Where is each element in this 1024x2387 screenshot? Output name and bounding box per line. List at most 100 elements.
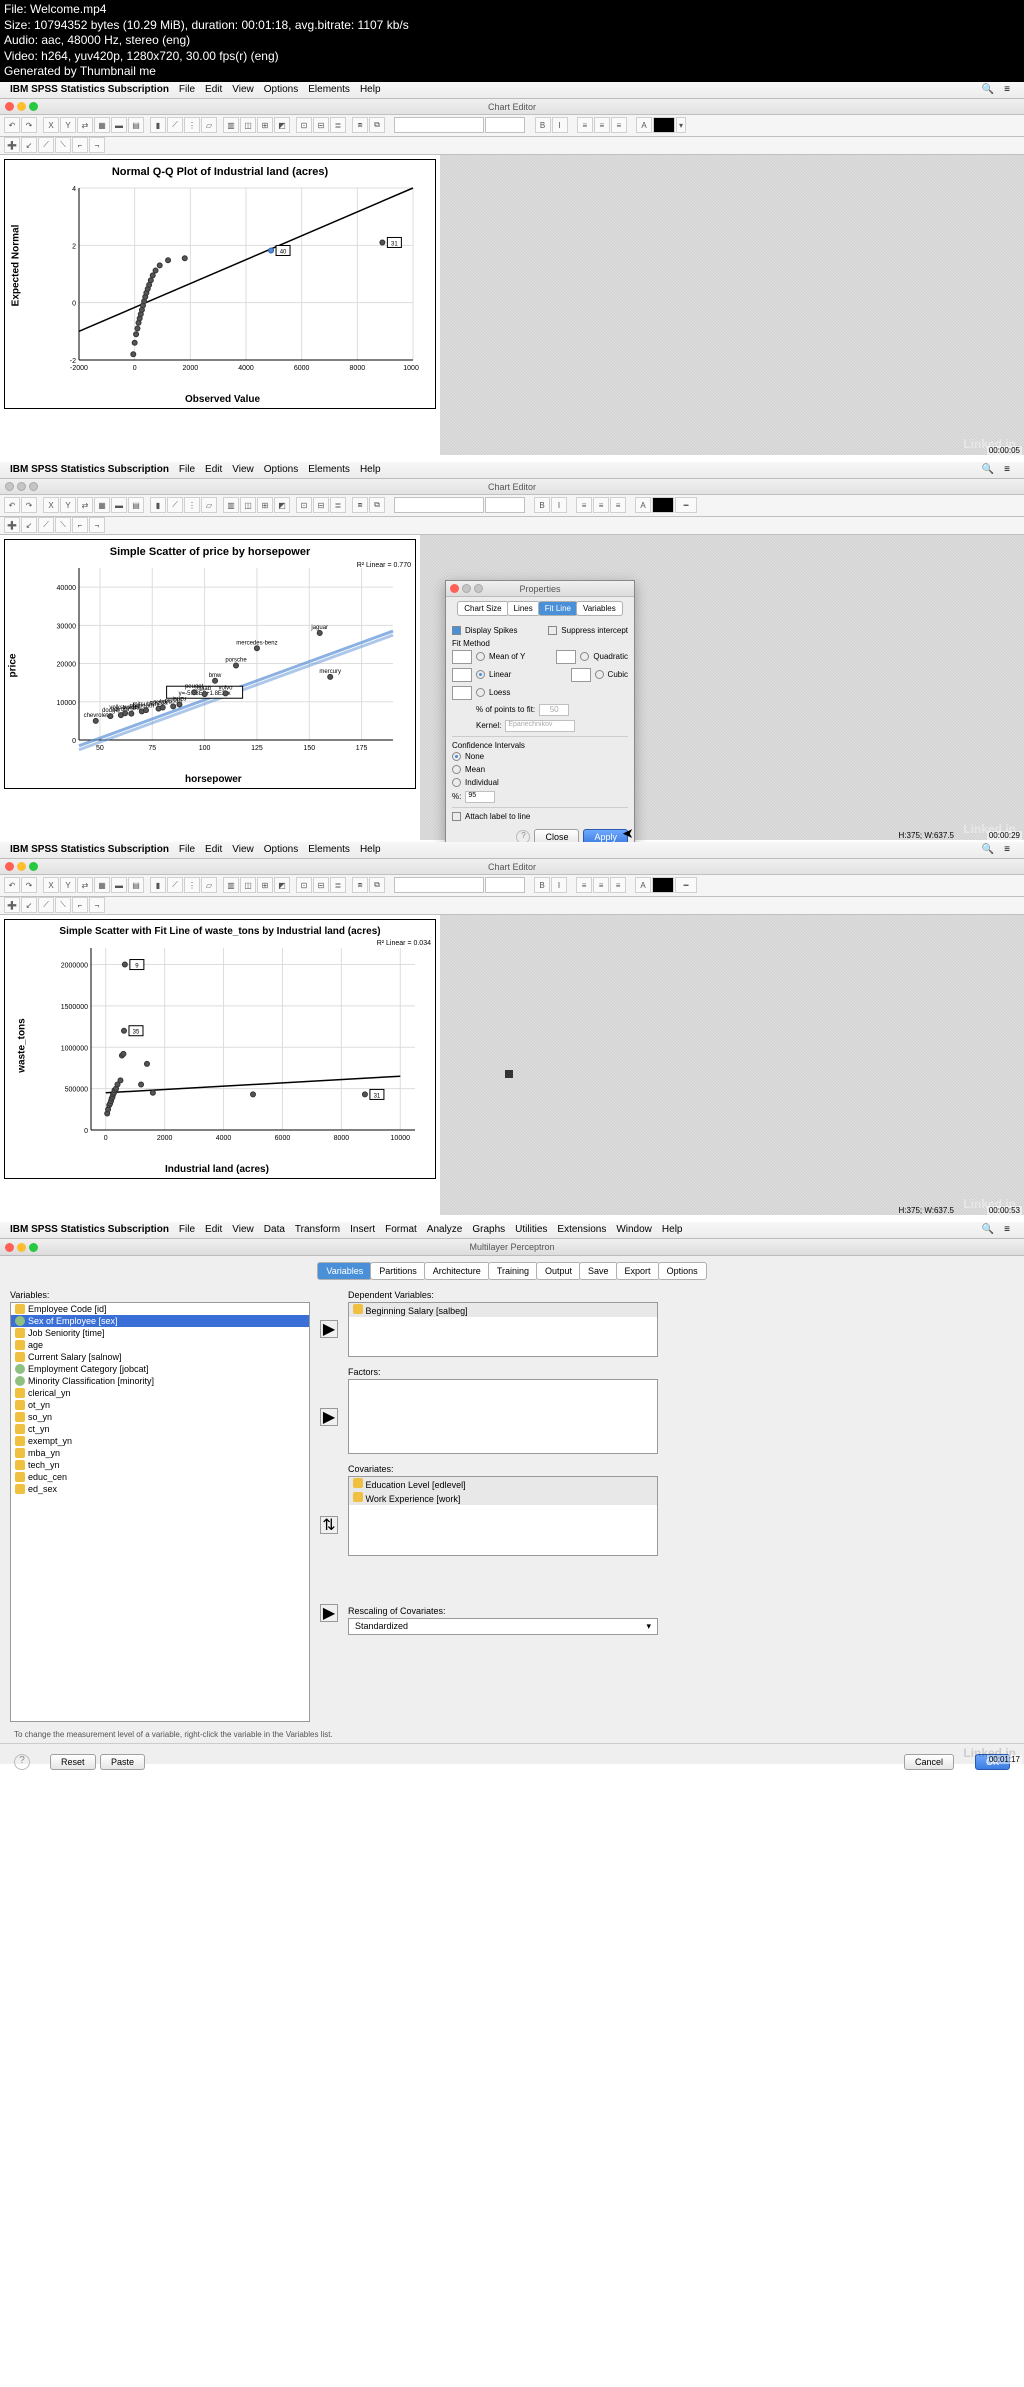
max-icon[interactable] bbox=[29, 862, 38, 871]
menu-edit[interactable]: Edit bbox=[205, 84, 222, 95]
min-icon[interactable] bbox=[17, 102, 26, 111]
variable-item[interactable]: tech_yn bbox=[11, 1459, 309, 1471]
menu-window[interactable]: Window bbox=[616, 1224, 652, 1235]
variable-item[interactable]: ed_sex bbox=[11, 1483, 309, 1495]
move-factor-button[interactable]: ▶ bbox=[320, 1408, 338, 1426]
tool-b[interactable]: ↙ bbox=[21, 137, 37, 153]
w4[interactable]: ⟍ bbox=[55, 897, 71, 913]
ident-button[interactable]: ⊡ bbox=[296, 117, 312, 133]
tab-export[interactable]: Export bbox=[616, 1262, 660, 1280]
w2[interactable]: ↙ bbox=[21, 897, 37, 913]
menu-utilities[interactable]: Utilities bbox=[515, 1224, 547, 1235]
fit-button[interactable]: ◫ bbox=[240, 117, 256, 133]
tb14[interactable]: ◩ bbox=[274, 497, 290, 513]
u9[interactable]: ▮ bbox=[150, 877, 166, 893]
ci-pct-input[interactable]: 95 bbox=[465, 791, 495, 803]
move-covar-button[interactable]: ▶ bbox=[320, 1604, 338, 1622]
variable-item[interactable]: Employment Category [jobcat] bbox=[11, 1363, 309, 1375]
menu-insert[interactable]: Insert bbox=[350, 1224, 375, 1235]
al2[interactable]: ≡ bbox=[593, 497, 609, 513]
tab-output[interactable]: Output bbox=[536, 1262, 581, 1280]
covar-list[interactable]: Education Level [edlevel] Work Experienc… bbox=[348, 1476, 658, 1556]
inter-button[interactable]: ⧉ bbox=[369, 117, 385, 133]
italic-button[interactable]: I bbox=[552, 117, 568, 133]
variable-item[interactable]: mba_yn bbox=[11, 1447, 309, 1459]
size-dropdown[interactable] bbox=[485, 877, 525, 893]
zoom-button[interactable]: ⊟ bbox=[313, 117, 329, 133]
menu-options[interactable]: Options bbox=[264, 844, 298, 855]
max-icon[interactable] bbox=[29, 1243, 38, 1252]
variable-item[interactable]: so_yn bbox=[11, 1411, 309, 1423]
display-spikes-check[interactable] bbox=[452, 626, 461, 635]
tb1[interactable]: X bbox=[43, 497, 59, 513]
search-icon[interactable]: 🔍 bbox=[982, 84, 994, 95]
w6[interactable]: ¬ bbox=[89, 897, 105, 913]
rescaling-dropdown[interactable]: Standardized▾ bbox=[348, 1618, 658, 1635]
label-button[interactable]: ◩ bbox=[274, 117, 290, 133]
variable-item[interactable]: clerical_yn bbox=[11, 1387, 309, 1399]
help-button[interactable]: ? bbox=[14, 1754, 30, 1770]
chart-waste[interactable]: Simple Scatter with Fit Line of waste_to… bbox=[4, 919, 436, 1179]
al3[interactable]: ≡ bbox=[610, 497, 626, 513]
u15[interactable]: ⊞ bbox=[257, 877, 273, 893]
min-icon[interactable] bbox=[17, 482, 26, 491]
tab-options[interactable]: Options bbox=[658, 1262, 707, 1280]
bin-button[interactable]: ⧈ bbox=[352, 117, 368, 133]
area-button[interactable]: ▱ bbox=[201, 117, 217, 133]
scatter-button[interactable]: ⋮ bbox=[184, 117, 200, 133]
tb8[interactable]: ⟋ bbox=[167, 497, 183, 513]
align-right-button[interactable]: ≡ bbox=[611, 117, 627, 133]
italic-button[interactable]: I bbox=[551, 877, 567, 893]
u17[interactable]: ⊡ bbox=[296, 877, 312, 893]
menu-elements[interactable]: Elements bbox=[308, 844, 350, 855]
ci-mean-radio[interactable] bbox=[452, 765, 461, 774]
move-updown-button[interactable]: ⇅ bbox=[320, 1516, 338, 1534]
t2f[interactable]: ¬ bbox=[89, 517, 105, 533]
bold-button[interactable]: B bbox=[535, 117, 551, 133]
chart-scatter-hp[interactable]: Simple Scatter of price by horsepower R²… bbox=[4, 539, 416, 789]
menu-format[interactable]: Format bbox=[385, 1224, 417, 1235]
variable-item[interactable]: ct_yn bbox=[11, 1423, 309, 1435]
cubic-radio[interactable] bbox=[595, 670, 604, 679]
histo-button[interactable]: ▥ bbox=[223, 117, 239, 133]
tb5[interactable]: ▬ bbox=[111, 497, 127, 513]
u6[interactable]: ▦ bbox=[94, 877, 110, 893]
transpose-button[interactable]: ▦ bbox=[94, 117, 110, 133]
tb9[interactable]: ⋮ bbox=[184, 497, 200, 513]
menu-analyze[interactable]: Analyze bbox=[427, 1224, 463, 1235]
bold-button[interactable]: B bbox=[534, 877, 550, 893]
u16[interactable]: ◩ bbox=[274, 877, 290, 893]
fillcolor-button[interactable] bbox=[653, 117, 675, 133]
variable-item[interactable]: exempt_yn bbox=[11, 1435, 309, 1447]
suppress-check[interactable] bbox=[548, 626, 557, 635]
w1[interactable]: ➕ bbox=[4, 897, 20, 913]
border-dropdown[interactable]: ━ bbox=[675, 877, 697, 893]
menu-help[interactable]: Help bbox=[662, 1224, 683, 1235]
close-icon[interactable] bbox=[5, 102, 14, 111]
menu-data[interactable]: Data bbox=[264, 1224, 285, 1235]
ci-none-radio[interactable] bbox=[452, 752, 461, 761]
menu-edit[interactable]: Edit bbox=[205, 844, 222, 855]
meany-radio[interactable] bbox=[476, 652, 485, 661]
menu-options[interactable]: Options bbox=[264, 464, 298, 475]
variable-item[interactable]: Job Seniority [time] bbox=[11, 1327, 309, 1339]
size-dropdown[interactable] bbox=[485, 117, 525, 133]
menu-file[interactable]: File bbox=[179, 844, 195, 855]
textcolor-button[interactable]: A bbox=[635, 877, 651, 893]
bar-button[interactable]: ▮ bbox=[150, 117, 166, 133]
close-icon[interactable] bbox=[450, 584, 459, 593]
t2a[interactable]: ➕ bbox=[4, 517, 20, 533]
loess-radio[interactable] bbox=[476, 688, 485, 697]
u20[interactable]: ⧈ bbox=[352, 877, 368, 893]
u7[interactable]: ▬ bbox=[111, 877, 127, 893]
border-dropdown[interactable]: ━ bbox=[675, 497, 697, 513]
variable-item[interactable]: Current Salary [salnow] bbox=[11, 1351, 309, 1363]
menu-file[interactable]: File bbox=[179, 464, 195, 475]
min-icon[interactable] bbox=[17, 1243, 26, 1252]
tb18[interactable]: ⧈ bbox=[352, 497, 368, 513]
u14[interactable]: ◫ bbox=[240, 877, 256, 893]
kernel-dropdown[interactable]: Epanechnikov bbox=[505, 720, 575, 732]
tb3[interactable]: ⇄ bbox=[77, 497, 93, 513]
menu-file[interactable]: File bbox=[179, 1224, 195, 1235]
reset-button[interactable]: Reset bbox=[50, 1754, 96, 1770]
